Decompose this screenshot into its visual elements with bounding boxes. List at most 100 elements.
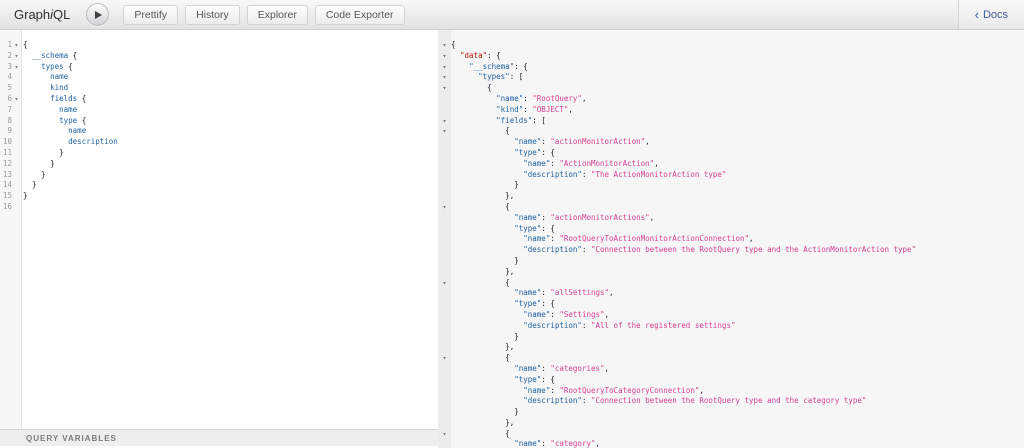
fold-gutter-cell [438, 191, 451, 202]
result-code-line: } [438, 256, 1024, 267]
result-code-line: }, [438, 191, 1024, 202]
code-text: "kind": "OBJECT", [451, 105, 573, 116]
query-editor-input[interactable]: 1▾{2▾ __schema {3▾ types {4 name5 kind6▾… [0, 30, 438, 213]
fold-gutter-cell [12, 116, 21, 127]
fold-gutter-cell [12, 170, 21, 181]
fold-gutter-cell [438, 299, 451, 310]
result-code-line: "name": "ActionMonitorAction", [438, 159, 1024, 170]
code-text: } [23, 148, 64, 159]
result-code-line: "name": "allSettings", [438, 288, 1024, 299]
fold-gutter-cell [12, 159, 21, 170]
code-text: kind [23, 83, 68, 94]
result-pane: ▾{▾ "data": {▾ "__schema": {▾ "types": [… [438, 30, 1024, 448]
fold-gutter-cell [12, 137, 21, 148]
code-text: "description": "The ActionMonitorAction … [451, 170, 726, 181]
logo-text-ql: QL [53, 7, 70, 22]
code-text: { [451, 83, 492, 94]
query-code-line: 6▾ fields { [0, 94, 438, 105]
query-code-line: 2▾ __schema { [0, 51, 438, 62]
code-text: types { [23, 62, 73, 73]
fold-arrow-icon[interactable]: ▾ [438, 40, 451, 51]
fold-arrow-icon[interactable]: ▾ [438, 83, 451, 94]
code-text: } [23, 159, 55, 170]
docs-label: Docs [983, 9, 1008, 21]
code-exporter-button[interactable]: Code Exporter [315, 5, 405, 25]
fold-gutter-cell [438, 418, 451, 429]
result-code-line: ▾ "data": { [438, 51, 1024, 62]
result-code-line: ▾ { [438, 202, 1024, 213]
code-text: "types": [ [451, 72, 523, 83]
code-text: { [451, 429, 510, 440]
fold-arrow-icon[interactable]: ▾ [438, 278, 451, 289]
code-text: } [451, 180, 519, 191]
result-code-line: "name": "Settings", [438, 310, 1024, 321]
fold-arrow-icon[interactable]: ▾ [12, 51, 21, 62]
result-code-line: ▾ { [438, 278, 1024, 289]
fold-gutter-cell [12, 126, 21, 137]
result-code-line: "description": "All of the registered se… [438, 321, 1024, 332]
fold-arrow-icon[interactable]: ▾ [12, 40, 21, 51]
fold-arrow-icon[interactable]: ▾ [438, 72, 451, 83]
fold-arrow-icon[interactable]: ▾ [438, 116, 451, 127]
fold-gutter-cell [12, 191, 21, 202]
result-code-line: } [438, 180, 1024, 191]
code-text: fields { [23, 94, 86, 105]
fold-arrow-icon[interactable]: ▾ [438, 62, 451, 73]
code-text: "type": { [451, 375, 555, 386]
line-number: 1 [0, 40, 12, 51]
fold-gutter-cell [12, 83, 21, 94]
result-code-line: ▾ "types": [ [438, 72, 1024, 83]
result-code-line: "description": "Connection between the R… [438, 245, 1024, 256]
history-button[interactable]: History [185, 5, 240, 25]
code-text: name [23, 126, 86, 137]
query-code-line: 7 name [0, 105, 438, 116]
line-number: 7 [0, 105, 12, 116]
fold-gutter-cell [438, 180, 451, 191]
fold-arrow-icon[interactable]: ▾ [12, 62, 21, 73]
fold-gutter-cell [438, 386, 451, 397]
prettify-button[interactable]: Prettify [123, 5, 178, 25]
code-text: } [451, 256, 519, 267]
line-number: 13 [0, 170, 12, 181]
fold-arrow-icon[interactable]: ▾ [438, 51, 451, 62]
docs-toggle-button[interactable]: ‹ Docs [958, 0, 1024, 29]
execute-button[interactable] [86, 3, 109, 26]
query-code-line: 3▾ types { [0, 62, 438, 73]
query-code-line: 8 type { [0, 116, 438, 127]
fold-gutter-cell [12, 180, 21, 191]
code-text: "description": "Connection between the R… [451, 396, 866, 407]
app-logo: GraphiQL [14, 7, 70, 22]
result-code-line: "name": "RootQueryToActionMonitorActionC… [438, 234, 1024, 245]
fold-gutter-cell [438, 137, 451, 148]
code-text: "type": { [451, 299, 555, 310]
code-text: { [451, 126, 510, 137]
fold-gutter-cell [438, 375, 451, 386]
fold-arrow-icon[interactable]: ▾ [438, 126, 451, 137]
fold-gutter-cell [12, 72, 21, 83]
result-code-line: "name": "categories", [438, 364, 1024, 375]
fold-arrow-icon[interactable]: ▾ [12, 94, 21, 105]
result-code-line: ▾ "fields": [ [438, 116, 1024, 127]
fold-gutter-cell [438, 396, 451, 407]
result-code-line: "description": "Connection between the R… [438, 396, 1024, 407]
query-variables-bar[interactable]: QUERY VARIABLES [0, 429, 438, 446]
code-text: "type": { [451, 148, 555, 159]
result-code-line: } [438, 407, 1024, 418]
fold-arrow-icon[interactable]: ▾ [438, 353, 451, 364]
result-code-line: ▾{ [438, 40, 1024, 51]
fold-gutter-cell [438, 267, 451, 278]
line-number: 10 [0, 137, 12, 148]
result-code-line: }, [438, 267, 1024, 278]
fold-arrow-icon[interactable]: ▾ [438, 202, 451, 213]
code-text: }, [451, 267, 514, 278]
fold-gutter-cell [438, 159, 451, 170]
result-code-line: "kind": "OBJECT", [438, 105, 1024, 116]
fold-gutter-cell [438, 321, 451, 332]
fold-arrow-icon[interactable]: ▾ [438, 429, 451, 440]
code-text: "description": "Connection between the R… [451, 245, 916, 256]
query-editor-pane: 1▾{2▾ __schema {3▾ types {4 name5 kind6▾… [0, 30, 438, 448]
code-text: name [23, 72, 68, 83]
fold-gutter-cell [438, 310, 451, 321]
explorer-button[interactable]: Explorer [247, 5, 308, 25]
code-text: __schema { [23, 51, 77, 62]
